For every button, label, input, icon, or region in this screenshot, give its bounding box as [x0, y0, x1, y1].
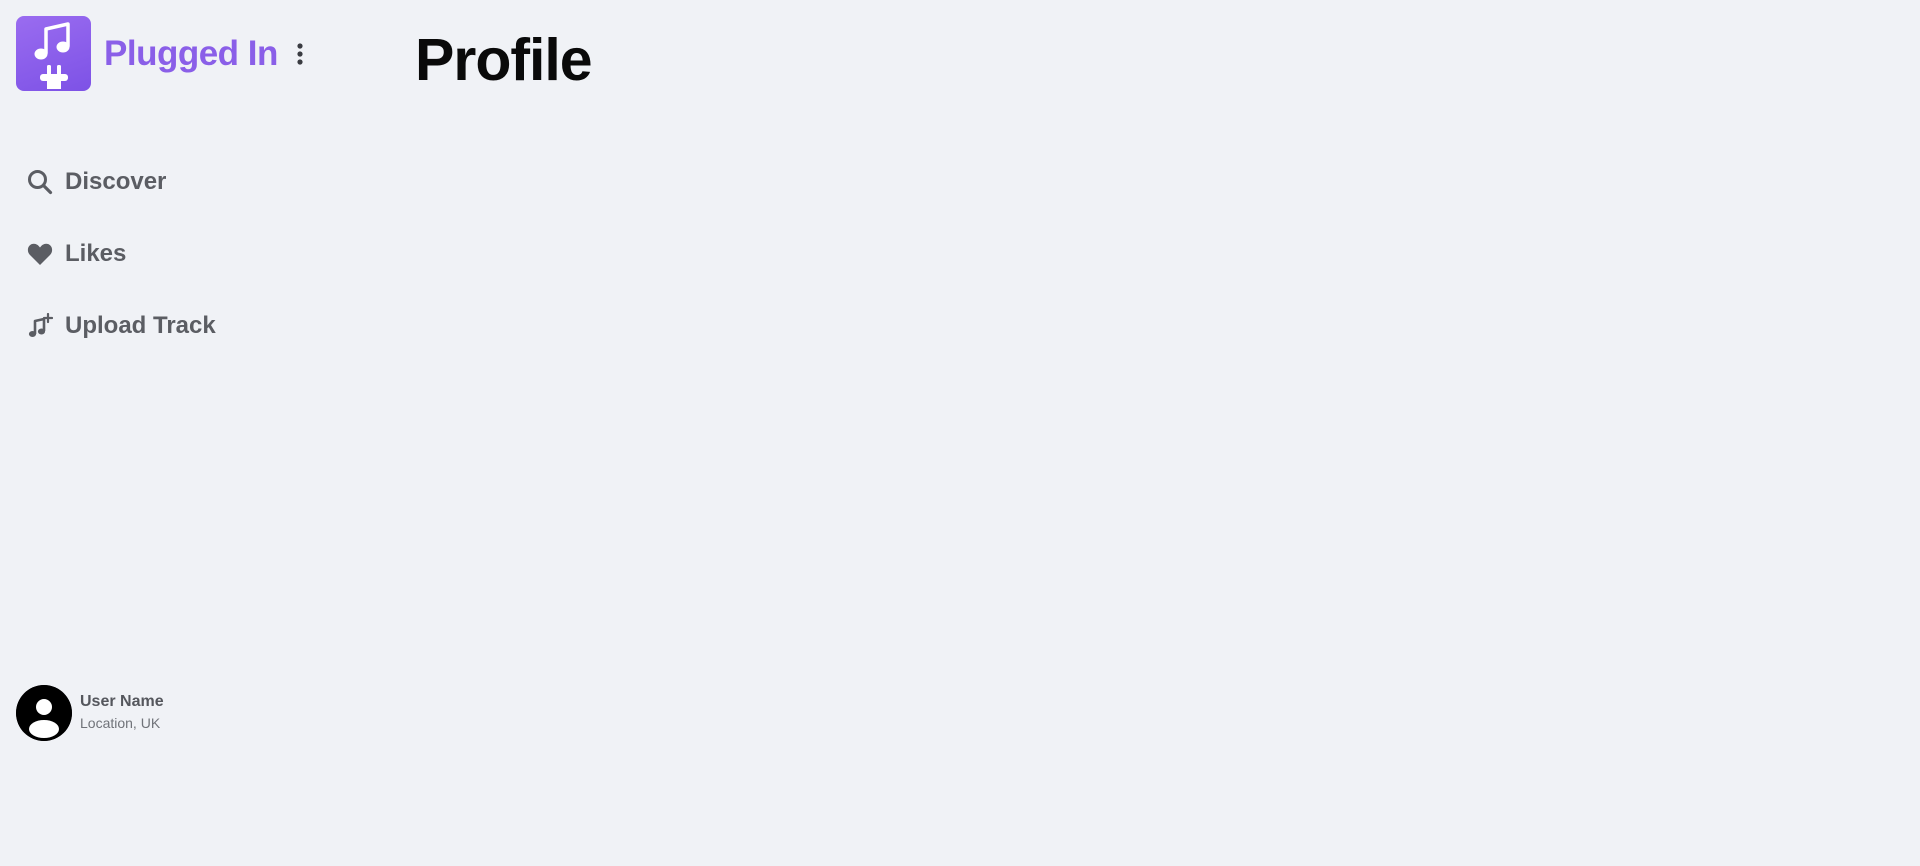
vertical-ellipsis-icon	[297, 42, 303, 65]
app-name: Plugged In	[104, 33, 278, 73]
music-note-plus-icon	[26, 312, 54, 340]
user-profile-card[interactable]: User Name Location, UK	[16, 685, 164, 741]
sidebar-item-label: Discover	[65, 168, 167, 195]
heart-icon	[26, 240, 54, 268]
brand-header: Plugged In	[16, 16, 308, 91]
sidebar-item-discover[interactable]: Discover	[26, 162, 216, 202]
app: Plugged In Discover Likes Upload Track U…	[0, 0, 1920, 866]
search-icon	[26, 168, 54, 196]
page-title: Profile	[415, 27, 593, 93]
sidebar-item-likes[interactable]: Likes	[26, 234, 216, 274]
sidebar-item-label: Upload Track	[65, 312, 216, 339]
user-avatar-icon	[16, 685, 72, 741]
sidebar: Plugged In Discover Likes Upload Track U…	[0, 0, 400, 866]
sidebar-item-label: Likes	[65, 240, 127, 267]
avatar	[16, 685, 72, 741]
app-logo[interactable]	[16, 16, 91, 91]
more-options-button[interactable]	[292, 40, 308, 68]
sidebar-nav: Discover Likes Upload Track	[26, 162, 216, 378]
music-note-plug-icon	[34, 21, 70, 89]
user-name: User Name	[80, 693, 164, 710]
user-info: User Name Location, UK	[80, 692, 164, 734]
user-location: Location, UK	[80, 715, 161, 731]
sidebar-item-upload-track[interactable]: Upload Track	[26, 306, 216, 346]
